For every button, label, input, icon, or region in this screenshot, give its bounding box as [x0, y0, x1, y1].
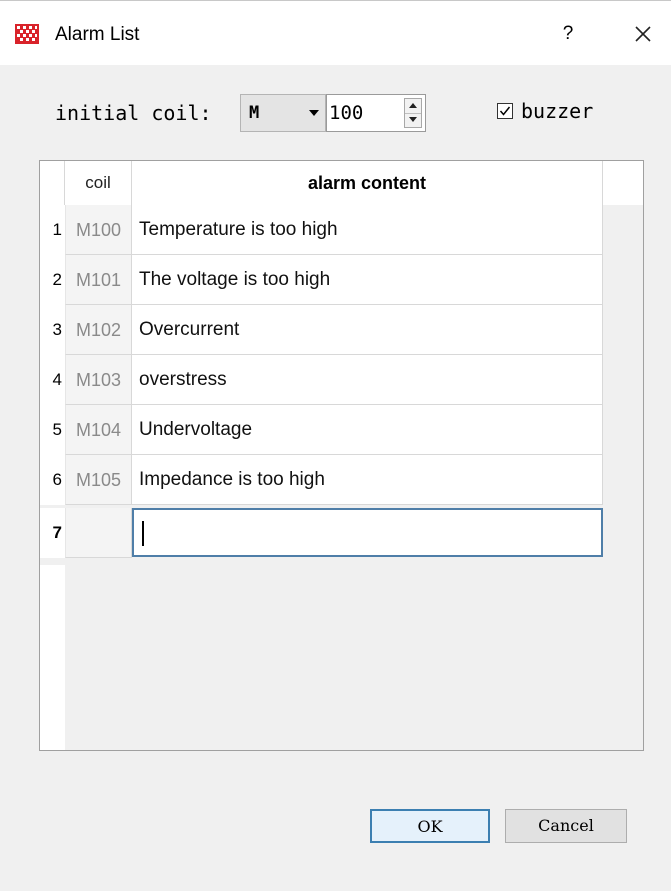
initial-coil-label: initial coil: — [55, 101, 212, 125]
alarm-content-cell[interactable]: Temperature is too high — [132, 205, 603, 255]
alarm-content-editor[interactable] — [132, 508, 603, 557]
row-number: 6 — [40, 455, 65, 505]
title-bar: Alarm List ? — [0, 1, 671, 65]
row-number: 1 — [40, 205, 65, 255]
ok-button[interactable]: OK — [370, 809, 490, 843]
table-row[interactable]: 1 M100 Temperature is too high — [40, 205, 643, 255]
coil-type-value: M — [249, 103, 260, 123]
row-header-strip — [40, 565, 65, 750]
table-row-editing[interactable]: 7 — [40, 508, 643, 558]
alarm-content-cell[interactable]: overstress — [132, 355, 603, 405]
coil-start-input[interactable] — [329, 99, 397, 127]
table-row[interactable]: 2 M101 The voltage is too high — [40, 255, 643, 305]
alarm-content-cell[interactable]: Impedance is too high — [132, 455, 603, 505]
coil-start-spinbox[interactable] — [326, 94, 426, 132]
alarm-table: coil alarm content 1 M100 Temperature is… — [39, 160, 644, 751]
spin-up-button[interactable] — [405, 99, 421, 114]
coil-cell — [65, 508, 132, 558]
table-header: coil alarm content — [40, 161, 643, 205]
row-number: 4 — [40, 355, 65, 405]
coil-cell: M100 — [65, 205, 132, 255]
coil-type-select[interactable]: M — [240, 94, 326, 132]
buzzer-label: buzzer — [521, 99, 594, 123]
alarm-content-cell[interactable]: The voltage is too high — [132, 255, 603, 305]
coil-cell: M103 — [65, 355, 132, 405]
row-number: 3 — [40, 305, 65, 355]
table-row[interactable]: 5 M104 Undervoltage — [40, 405, 643, 455]
window-title: Alarm List — [55, 24, 140, 45]
alarm-content-cell[interactable]: Overcurrent — [132, 305, 603, 355]
spin-buttons — [404, 98, 422, 128]
table-row[interactable]: 6 M105 Impedance is too high — [40, 455, 643, 505]
cancel-button[interactable]: Cancel — [505, 809, 627, 843]
row-number: 2 — [40, 255, 65, 305]
header-corner — [40, 161, 65, 205]
table-row[interactable]: 3 M102 Overcurrent — [40, 305, 643, 355]
alarm-content-cell[interactable]: Undervoltage — [132, 405, 603, 455]
table-row[interactable]: 4 M103 overstress — [40, 355, 643, 405]
spin-down-button[interactable] — [405, 113, 421, 127]
row-number: 7 — [40, 508, 65, 558]
checkmark-icon — [499, 106, 511, 116]
coil-cell: M105 — [65, 455, 132, 505]
checkbox-box[interactable] — [497, 103, 513, 119]
row-number: 5 — [40, 405, 65, 455]
header-coil: coil — [65, 161, 132, 205]
grid-app-icon — [15, 24, 39, 44]
close-icon — [635, 26, 651, 42]
help-button[interactable]: ? — [556, 21, 580, 47]
header-alarm-content: alarm content — [132, 161, 603, 205]
coil-cell: M102 — [65, 305, 132, 355]
chevron-down-icon — [309, 110, 319, 116]
text-caret — [142, 521, 144, 546]
alarm-list-dialog: Alarm List ? initial coil: M buzzer — [0, 0, 671, 891]
coil-cell: M104 — [65, 405, 132, 455]
coil-cell: M101 — [65, 255, 132, 305]
close-button[interactable] — [628, 19, 658, 49]
